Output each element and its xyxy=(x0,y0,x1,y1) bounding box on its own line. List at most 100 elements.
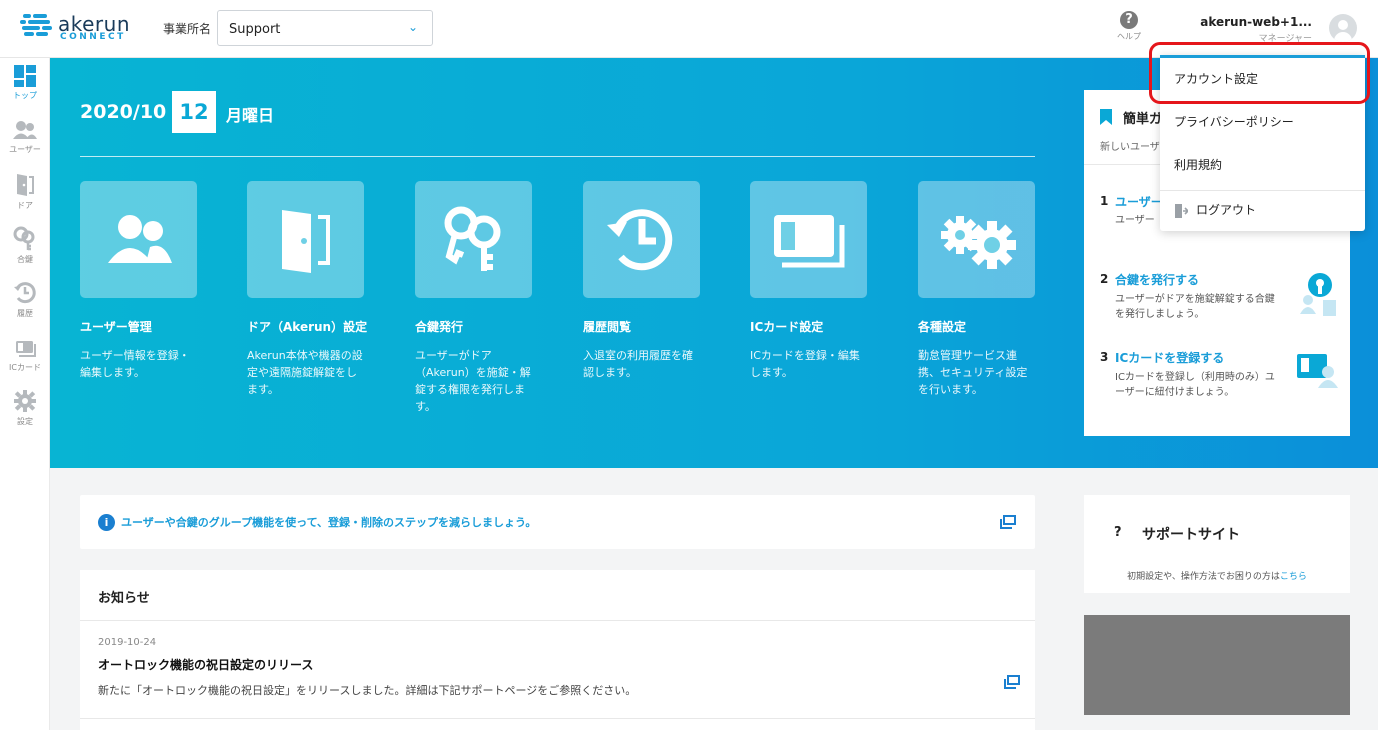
sidebar-item-iccard[interactable]: ICカード xyxy=(0,334,50,380)
step-number: 3 xyxy=(1100,350,1109,364)
step-number: 2 xyxy=(1100,272,1109,286)
key-icon xyxy=(13,226,35,251)
menu-item-terms[interactable]: 利用規約 xyxy=(1160,144,1365,187)
support-text: 初期設定や、操作方法でお困りの方はこちら xyxy=(1084,569,1350,582)
sidebar-item-keys[interactable]: 合鍵 xyxy=(0,226,50,272)
tile-desc: ユーザーがドア（Akerun）を施錠・解錠する権限を発行します。 xyxy=(415,349,531,413)
akerun-logo[interactable]: akerun CONNECT xyxy=(20,12,130,46)
gear-icon xyxy=(14,390,36,412)
avatar-body xyxy=(1334,32,1352,42)
sidebar-item-settings[interactable]: 設定 xyxy=(0,388,50,434)
step-title-link[interactable]: 合鍵を発行する xyxy=(1115,271,1199,288)
tile-desc: 勤怠管理サービス連携、セキュリティ設定を行います。 xyxy=(918,349,1028,396)
tile-user-management[interactable]: ユーザー管理 ユーザー情報を登録・編集します。 xyxy=(80,181,240,381)
history-icon xyxy=(14,282,36,304)
sidebar-item-label: 合鍵 xyxy=(17,255,33,264)
sidebar-item-label: ICカード xyxy=(9,363,41,372)
tile-desc: ICカードを登録・編集します。 xyxy=(750,349,860,379)
date-day: 12 xyxy=(172,91,216,133)
news-item-date: 2019-10-24 xyxy=(98,637,157,648)
tile-desc: ユーザー情報を登録・編集します。 xyxy=(80,349,190,379)
key-icon xyxy=(444,206,501,271)
menu-item-logout[interactable]: ログアウト xyxy=(1160,189,1365,232)
support-panel: ? サポートサイト 初期設定や、操作方法でお困りの方はこちら xyxy=(1084,495,1350,593)
sidebar-item-label: 設定 xyxy=(17,417,33,426)
help-icon: ? xyxy=(1120,11,1138,29)
tile-title: ドア（Akerun）設定 xyxy=(247,320,368,334)
ic-card-icon xyxy=(16,341,36,357)
help-button[interactable]: ? ヘルプ xyxy=(1113,11,1145,47)
tile-ic-card[interactable]: ICカード設定 ICカードを登録・編集します。 xyxy=(750,181,910,381)
tile-title: 各種設定 xyxy=(918,320,967,334)
question-icon: ? xyxy=(1114,525,1122,540)
office-select-value: Support xyxy=(229,22,281,37)
gear-icon xyxy=(941,216,1016,269)
brand-sub: CONNECT xyxy=(60,32,126,42)
tile-desc: Akerun本体や機器の設定や遠隔施錠解錠をします。 xyxy=(247,349,363,396)
tile-icon-box xyxy=(247,181,364,298)
sidebar-item-label: トップ xyxy=(13,91,37,100)
news-title: お知らせ xyxy=(98,591,150,606)
step-desc: ICカードを登録し（利用時のみ）ユーザーに紐付けましょう。 xyxy=(1115,372,1275,398)
avatar[interactable] xyxy=(1329,14,1357,42)
news-item-title[interactable]: オートロック機能の祝日設定のリリース xyxy=(98,656,313,673)
sidebar-item-label: ドア xyxy=(17,201,33,210)
step-number: 1 xyxy=(1100,194,1109,208)
tile-door-settings[interactable]: ドア（Akerun）設定 Akerun本体や機器の設定や遠隔施錠解錠をします。 xyxy=(247,181,407,398)
guide-title: 簡単ガ xyxy=(1123,112,1163,127)
step-title-link[interactable]: ICカードを登録する xyxy=(1115,349,1224,366)
tile-title: 合鍵発行 xyxy=(415,320,464,334)
sidebar-item-door[interactable]: ドア xyxy=(0,172,50,218)
key-issue-icon xyxy=(1300,273,1336,316)
external-link-icon[interactable] xyxy=(1004,675,1020,689)
users-icon xyxy=(108,215,172,263)
guide-subtitle: 新しいユーザ xyxy=(1100,142,1160,153)
sidebar-item-label: ユーザー xyxy=(9,145,41,154)
menu-item-privacy-policy[interactable]: プライバシーポリシー xyxy=(1160,101,1365,144)
date-weekday: 月曜日 xyxy=(226,106,275,125)
tile-title: ICカード設定 xyxy=(750,320,824,334)
door-icon xyxy=(17,174,34,196)
tile-title: 履歴閲覧 xyxy=(583,320,632,334)
hero-divider xyxy=(80,156,1035,157)
help-label: ヘルプ xyxy=(1117,32,1141,41)
annotation-highlight-box xyxy=(1149,42,1370,104)
history-icon xyxy=(607,209,673,271)
door-icon xyxy=(282,210,330,273)
dashboard-icon xyxy=(14,65,36,87)
info-banner[interactable]: i ユーザーや合鍵のグループ機能を使って、登録・削除のステップを減らしましょう。 xyxy=(80,495,1035,549)
sidebar-item-label: 履歴 xyxy=(17,309,33,318)
sidebar-item-top[interactable]: トップ xyxy=(0,64,50,110)
support-link[interactable]: こちら xyxy=(1280,572,1307,582)
news-panel: お知らせ 2019-10-24 オートロック機能の祝日設定のリリース 新たに「オ… xyxy=(80,570,1035,730)
tile-icon-box xyxy=(80,181,197,298)
sidebar-item-history[interactable]: 履歴 xyxy=(0,280,50,326)
tile-desc: 入退室の利用履歴を確認します。 xyxy=(583,349,693,379)
akerun-logo-icon xyxy=(20,14,52,36)
info-icon: i xyxy=(98,514,115,531)
support-title: サポートサイト xyxy=(1142,527,1240,543)
office-select[interactable]: Support ⌄ xyxy=(217,10,433,46)
tile-settings[interactable]: 各種設定 勤怠管理サービス連携、セキュリティ設定を行います。 xyxy=(918,181,1078,398)
tile-icon-box xyxy=(918,181,1035,298)
tile-history[interactable]: 履歴閲覧 入退室の利用履歴を確認します。 xyxy=(583,181,743,381)
avatar-head xyxy=(1338,20,1348,30)
account-name[interactable]: akerun-web+1... xyxy=(1200,15,1312,29)
office-label: 事業所名 xyxy=(163,22,212,36)
logout-icon xyxy=(1175,204,1188,218)
info-text: ユーザーや合鍵のグループ機能を使って、登録・削除のステップを減らしましょう。 xyxy=(121,516,537,529)
tile-key-issue[interactable]: 合鍵発行 ユーザーがドア（Akerun）を施錠・解錠する権限を発行します。 xyxy=(415,181,575,415)
ic-card-register-icon xyxy=(1297,354,1338,388)
sidebar-item-users[interactable]: ユーザー xyxy=(0,118,50,164)
bookmark-icon xyxy=(1100,109,1112,125)
logout-label: ログアウト xyxy=(1196,203,1257,217)
tile-icon-box xyxy=(583,181,700,298)
external-link-icon[interactable] xyxy=(1000,515,1016,529)
tile-title: ユーザー管理 xyxy=(80,320,152,334)
banner-image[interactable] xyxy=(1084,615,1350,715)
support-text-label: 初期設定や、操作方法でお困りの方は xyxy=(1127,572,1280,582)
news-divider xyxy=(80,620,1035,621)
users-icon xyxy=(13,121,37,139)
step-title-link[interactable]: ユーザー xyxy=(1115,193,1163,210)
step-desc: ユーザーがドアを施錠解錠する合鍵を発行しましょう。 xyxy=(1115,294,1275,320)
